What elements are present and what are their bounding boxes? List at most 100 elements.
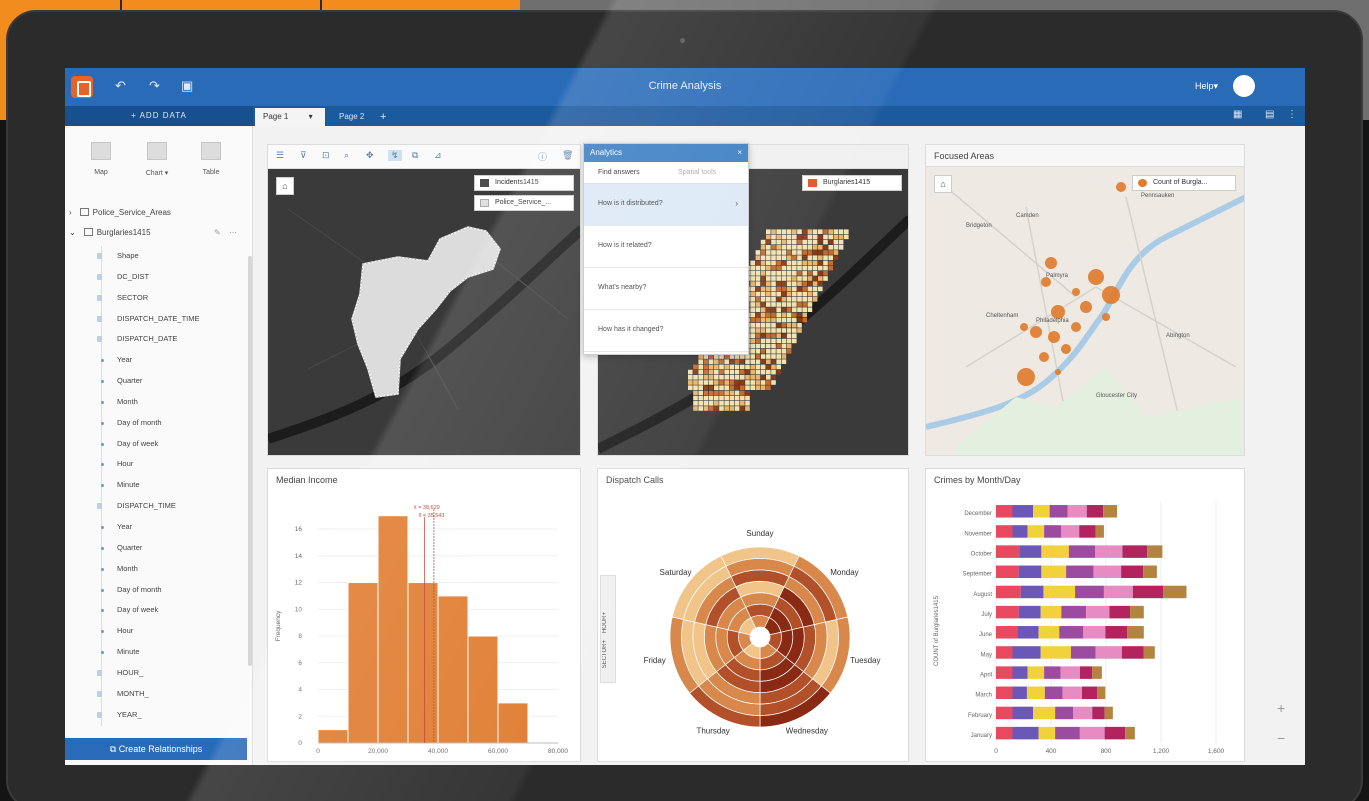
field-item[interactable]: Month [87, 559, 247, 580]
tab-find-answers[interactable]: Find answers [598, 169, 640, 176]
legend-incidents[interactable]: Incidents1415 [474, 175, 574, 191]
stacked-bar-segment[interactable] [996, 545, 1020, 558]
stacked-bar-segment[interactable] [996, 605, 1019, 619]
field-item[interactable]: Quarter [87, 538, 247, 559]
stacked-bar-segment[interactable] [1018, 626, 1039, 639]
field-item[interactable]: DISPATCH_DATE_TIME [87, 309, 247, 330]
create-relationships-button[interactable]: ⧉ Create Relationships [65, 738, 247, 760]
field-item[interactable]: Hour [87, 454, 247, 475]
burglary-count-circle[interactable] [1030, 326, 1042, 338]
stacked-bar-segment[interactable] [1043, 585, 1076, 599]
stacked-bar-segment[interactable] [1163, 585, 1187, 599]
layers-icon[interactable]: ☰ [276, 150, 284, 161]
question-related[interactable]: How is it related? [584, 226, 748, 268]
data-pane-scrollbar[interactable] [248, 256, 252, 666]
stacked-bar-segment[interactable] [1061, 605, 1087, 619]
stacked-bar-segment[interactable] [1092, 666, 1102, 679]
stacked-bar-segment[interactable] [1066, 565, 1094, 579]
chart-viz-button[interactable]: Chart ▾ [137, 142, 177, 177]
histogram-bar[interactable] [377, 515, 409, 744]
help-menu[interactable]: Help▾ [1195, 81, 1218, 92]
tab-menu-chevron-icon[interactable]: ▾ [309, 112, 313, 121]
table-viz-button[interactable]: Table [191, 142, 231, 176]
stacked-bar-segment[interactable] [1079, 726, 1105, 740]
field-item[interactable]: DISPATCH_TIME [87, 496, 247, 517]
stacked-bar-segment[interactable] [1040, 605, 1062, 619]
stacked-bar-segment[interactable] [1104, 726, 1126, 740]
zoom-to-icon[interactable]: ⌕ [344, 150, 349, 161]
histogram-bar[interactable] [317, 729, 349, 744]
field-item[interactable]: Minute [87, 475, 247, 496]
field-item[interactable]: Month [87, 392, 247, 413]
field-item[interactable]: Day of month [87, 413, 247, 434]
tab-spatial-tools[interactable]: Spatial tools [678, 169, 716, 176]
stacked-bar-segment[interactable] [1012, 505, 1034, 518]
field-item[interactable]: MONTH_ [87, 684, 247, 705]
field-item[interactable]: Day of month [87, 580, 247, 601]
burglary-count-circle[interactable] [1072, 288, 1080, 296]
stacked-bar-segment[interactable] [1060, 666, 1080, 679]
zoom-in-icon[interactable]: + [1277, 700, 1285, 716]
stacked-bar-segment[interactable] [1041, 545, 1069, 558]
stacked-bar-segment[interactable] [1121, 646, 1144, 659]
pan-icon[interactable]: ✥ [366, 150, 374, 161]
user-avatar[interactable] [1233, 75, 1255, 97]
stacked-bar-segment[interactable] [1143, 646, 1155, 659]
stacked-bar-segment[interactable] [1105, 626, 1128, 639]
stacked-bar-segment[interactable] [1103, 505, 1117, 518]
expand-chevron-icon[interactable]: › [69, 208, 72, 217]
zoom-out-icon[interactable]: − [1277, 730, 1285, 746]
stacked-bar-segment[interactable] [1018, 565, 1042, 579]
field-item[interactable]: Day of week [87, 434, 247, 455]
info-icon[interactable]: ⓘ [538, 150, 547, 163]
stacked-bar-segment[interactable] [1044, 686, 1063, 700]
stacked-bar-segment[interactable] [1018, 605, 1041, 619]
burglary-count-circle[interactable] [1116, 182, 1126, 192]
burglary-count-circle[interactable] [1080, 301, 1092, 313]
stacked-bar-segment[interactable] [996, 666, 1013, 679]
settings-icon[interactable]: ⋮ [1287, 109, 1297, 120]
stacked-bar-segment[interactable] [996, 585, 1021, 599]
histogram-bar[interactable] [497, 702, 529, 744]
field-item[interactable]: Quarter [87, 371, 247, 392]
stacked-bar-segment[interactable] [1125, 726, 1135, 740]
burglary-count-circle[interactable] [1017, 368, 1035, 386]
burglary-count-circle[interactable] [1061, 344, 1071, 354]
stacked-bar-segment[interactable] [996, 646, 1013, 659]
stacked-bar-segment[interactable] [1012, 726, 1039, 740]
question-nearby[interactable]: What's nearby? [584, 268, 748, 310]
flip-card-icon[interactable]: ⧉ [412, 150, 418, 161]
stacked-bar-segment[interactable] [996, 525, 1013, 538]
collapse-chevron-icon[interactable]: ⌄ [69, 228, 76, 237]
tab-page-1[interactable]: Page 1 ▾ [255, 108, 325, 126]
stacked-bar-segment[interactable] [1073, 706, 1093, 720]
question-distribution[interactable]: How is it distributed? › [584, 184, 748, 226]
stacked-bar-segment[interactable] [1027, 666, 1045, 679]
stacked-bar-segment[interactable] [1012, 706, 1034, 720]
stacked-bar-segment[interactable] [1061, 525, 1080, 538]
burglary-count-circle[interactable] [1020, 323, 1028, 331]
stacked-bar-segment[interactable] [1012, 666, 1028, 679]
stacked-bar-segment[interactable] [996, 505, 1013, 518]
visualization-type-icon[interactable]: ⊿ [434, 150, 442, 161]
map-viz-button[interactable]: Map [81, 142, 121, 176]
stacked-bar-segment[interactable] [1019, 545, 1042, 558]
burglary-count-circle[interactable] [1055, 369, 1061, 375]
stacked-bar-segment[interactable] [1127, 626, 1144, 639]
stacked-bar-segment[interactable] [1049, 505, 1068, 518]
stacked-bar-segment[interactable] [1038, 626, 1060, 639]
stacked-bar-segment[interactable] [1086, 505, 1104, 518]
more-options-icon[interactable]: ⋯ [229, 228, 237, 237]
stacked-bar-segment[interactable] [1092, 706, 1105, 720]
stacked-bar-segment[interactable] [1041, 565, 1067, 579]
field-item[interactable]: Year [87, 350, 247, 371]
stacked-bar-segment[interactable] [1081, 686, 1098, 700]
burglary-count-circle[interactable] [1039, 352, 1049, 362]
edit-dataset-icon[interactable]: ✎ [214, 228, 221, 237]
incidents-map-card[interactable]: ☰ ⊽ ⊡ ⌕ ✥ ↯ ⧉ ⊿ ⓘ 🗑 ⌂ Incidents1415 Poli… [267, 144, 581, 456]
stacked-bar-segment[interactable] [996, 686, 1013, 700]
crimes-by-month-card[interactable]: Crimes by Month/Day 0 400 800 1,200 1,600 Dec… [925, 468, 1245, 762]
legend-police-areas[interactable]: Police_Service_... [474, 195, 574, 211]
legend-count-burglaries[interactable]: Count of Burgla... [1132, 175, 1236, 191]
home-icon[interactable]: ⌂ [934, 175, 952, 193]
